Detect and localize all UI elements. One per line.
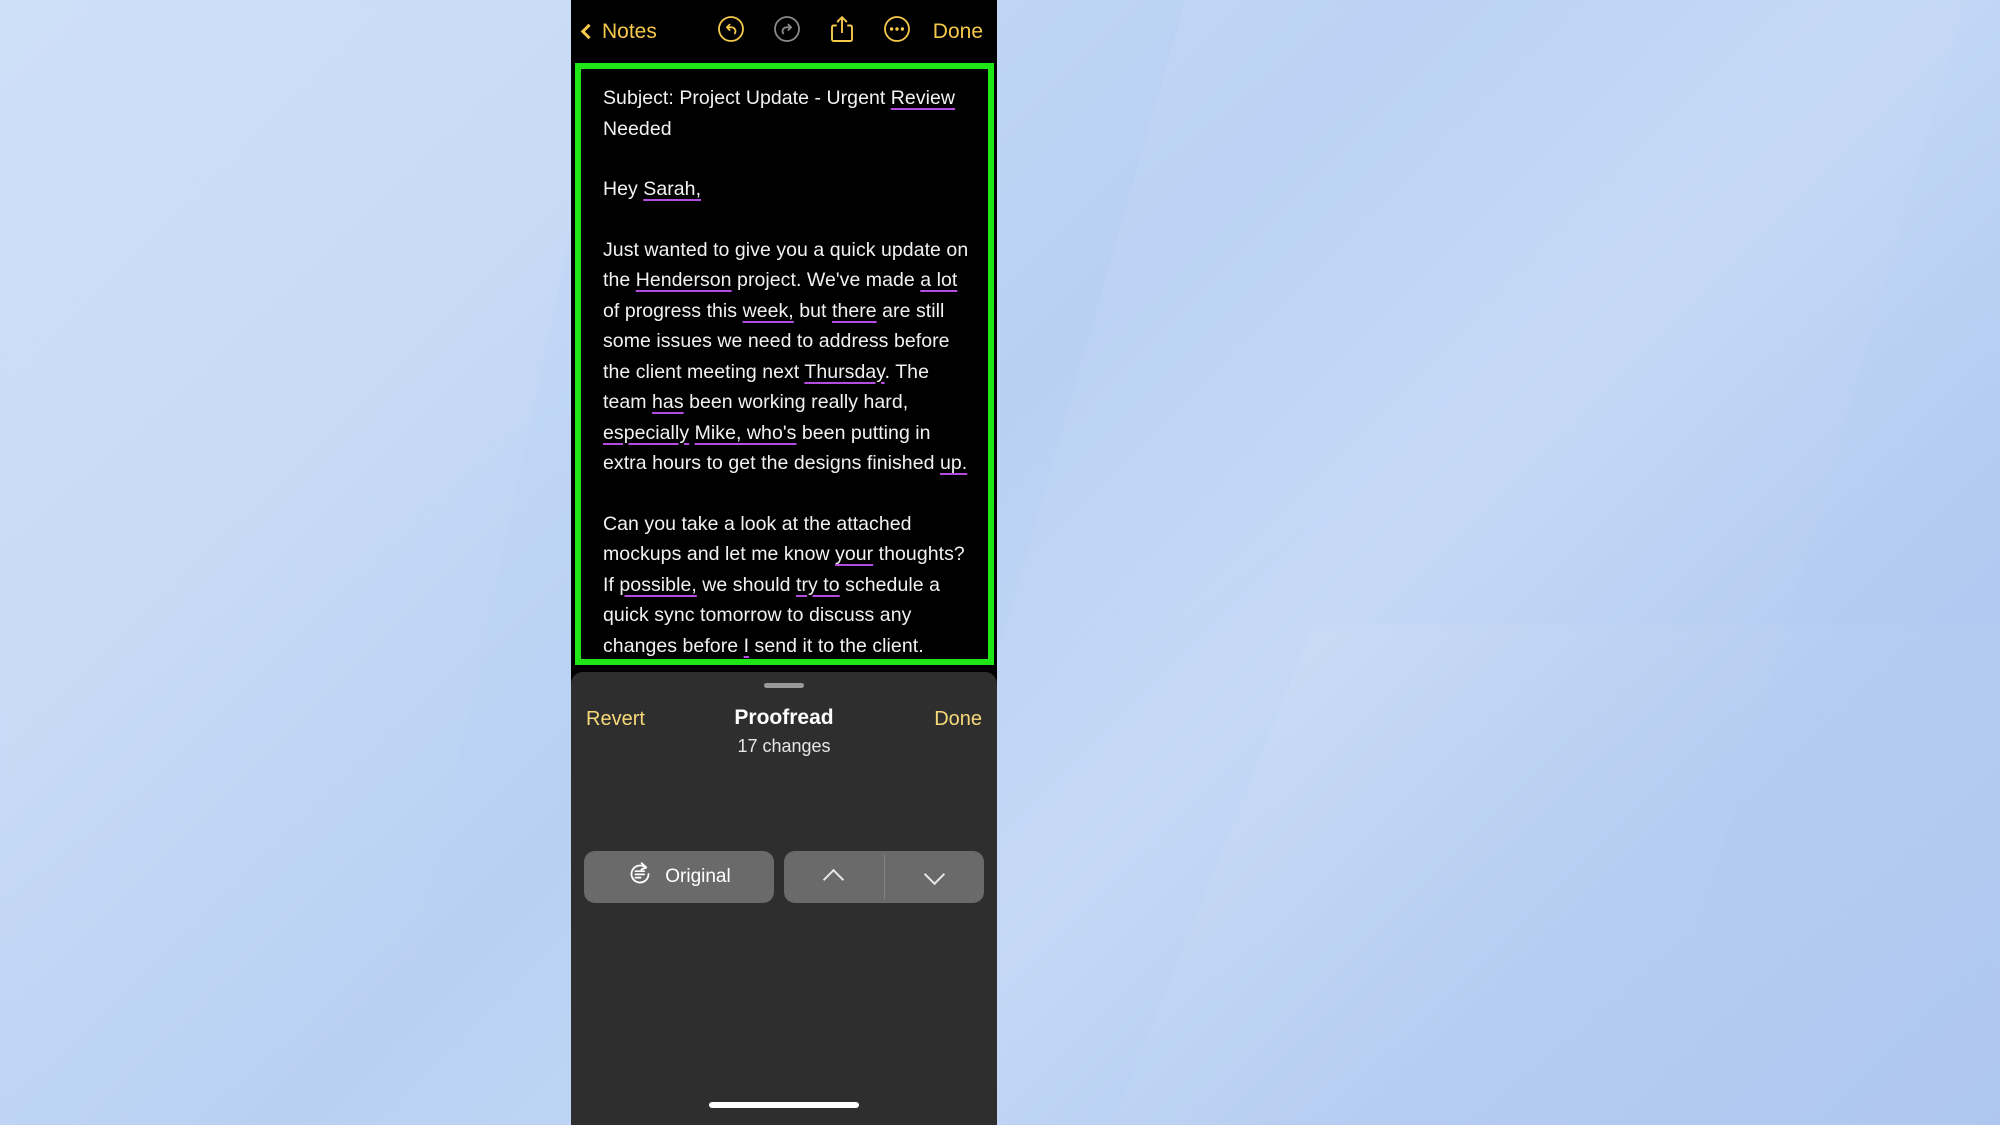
wallpaper-sheen-bottom [1006, 625, 2000, 1125]
proofread-suggestion[interactable]: try to [796, 574, 840, 596]
home-indicator[interactable] [709, 1102, 859, 1108]
proofread-suggestion[interactable]: Mike, who's [695, 422, 797, 444]
chevron-down-icon [923, 863, 945, 886]
proofread-suggestion[interactable]: possible, [619, 574, 696, 596]
note-text-run: we should [696, 573, 797, 596]
proofread-suggestion[interactable]: a lot [920, 269, 957, 291]
phone-screen: Notes Done Subject: Project Update - Urg… [571, 0, 997, 1125]
change-navigation-stepper [784, 851, 984, 903]
proofread-suggestion[interactable]: Review [891, 87, 955, 109]
back-button-label: Notes [602, 19, 657, 43]
note-text-run: send it to the client. [749, 634, 924, 657]
navigation-bar: Notes Done [571, 0, 997, 63]
proofread-suggestion[interactable]: your [835, 543, 873, 565]
proofread-suggestion[interactable]: there [832, 300, 877, 322]
chevron-up-icon [823, 868, 845, 891]
proofread-suggestion[interactable]: has [652, 391, 684, 413]
show-original-button[interactable]: Original [584, 851, 774, 903]
revert-document-icon [627, 861, 653, 893]
proofread-title: Proofread [734, 706, 834, 729]
note-text-run: project. We've made [731, 269, 921, 291]
proofread-sheet-header: Revert Proofread 17 changes Done [571, 696, 997, 768]
body-paragraph-2: Can you take a look at the attached mock… [603, 509, 970, 660]
greeting: Hey Sarah, [603, 174, 970, 205]
body-paragraph-1: Just wanted to give you a quick update o… [603, 235, 970, 479]
proofread-done-button[interactable]: Done [934, 708, 982, 731]
proofread-changes-count: 17 changes [737, 736, 831, 756]
undo-circle-icon[interactable] [717, 15, 745, 48]
proofread-sheet: Revert Proofread 17 changes Done Origina… [571, 672, 997, 1125]
note-text-run: Needed [603, 117, 672, 140]
ellipsis-circle-icon[interactable] [883, 15, 911, 48]
redo-circle-icon[interactable] [773, 15, 801, 48]
sheet-grabber-handle[interactable] [764, 683, 804, 688]
proofread-suggestion[interactable]: Henderson [636, 269, 732, 291]
proofread-suggestion[interactable]: especially [603, 422, 689, 444]
proofread-suggestion[interactable]: Sarah, [643, 178, 701, 200]
navigation-icon-group [717, 0, 911, 63]
note-text-run: but [793, 299, 832, 322]
note-highlight-frame: Subject: Project Update - Urgent Review … [575, 63, 994, 665]
proofread-done-label: Done [934, 708, 982, 730]
proofread-suggestion[interactable]: up. [940, 452, 967, 474]
nav-done-button[interactable]: Done [933, 0, 983, 63]
nav-done-label: Done [932, 19, 983, 43]
proofread-suggestion[interactable]: week, [743, 300, 794, 322]
back-to-notes-button[interactable]: Notes [580, 19, 657, 44]
proofread-controls-row: Original [571, 849, 997, 905]
previous-change-button[interactable] [784, 851, 884, 903]
note-text-area[interactable]: Subject: Project Update - Urgent Review … [581, 69, 988, 659]
share-up-arrow-icon[interactable] [829, 14, 855, 49]
note-text-run: of progress this [603, 299, 743, 322]
note-text-run: been working really hard, [683, 391, 909, 413]
subject-line: Subject: Project Update - Urgent Review … [603, 83, 970, 144]
next-change-button[interactable] [885, 851, 985, 903]
show-original-label: Original [665, 866, 731, 887]
chevron-left-icon [580, 23, 597, 40]
note-text-run: Subject: Project Update - Urgent [603, 87, 891, 109]
wallpaper-sheen-left [0, 0, 620, 1125]
proofread-suggestion[interactable]: Thursday [804, 361, 884, 383]
note-text-run: Hey [603, 178, 644, 200]
proofread-title-block: Proofread 17 changes [571, 704, 997, 760]
